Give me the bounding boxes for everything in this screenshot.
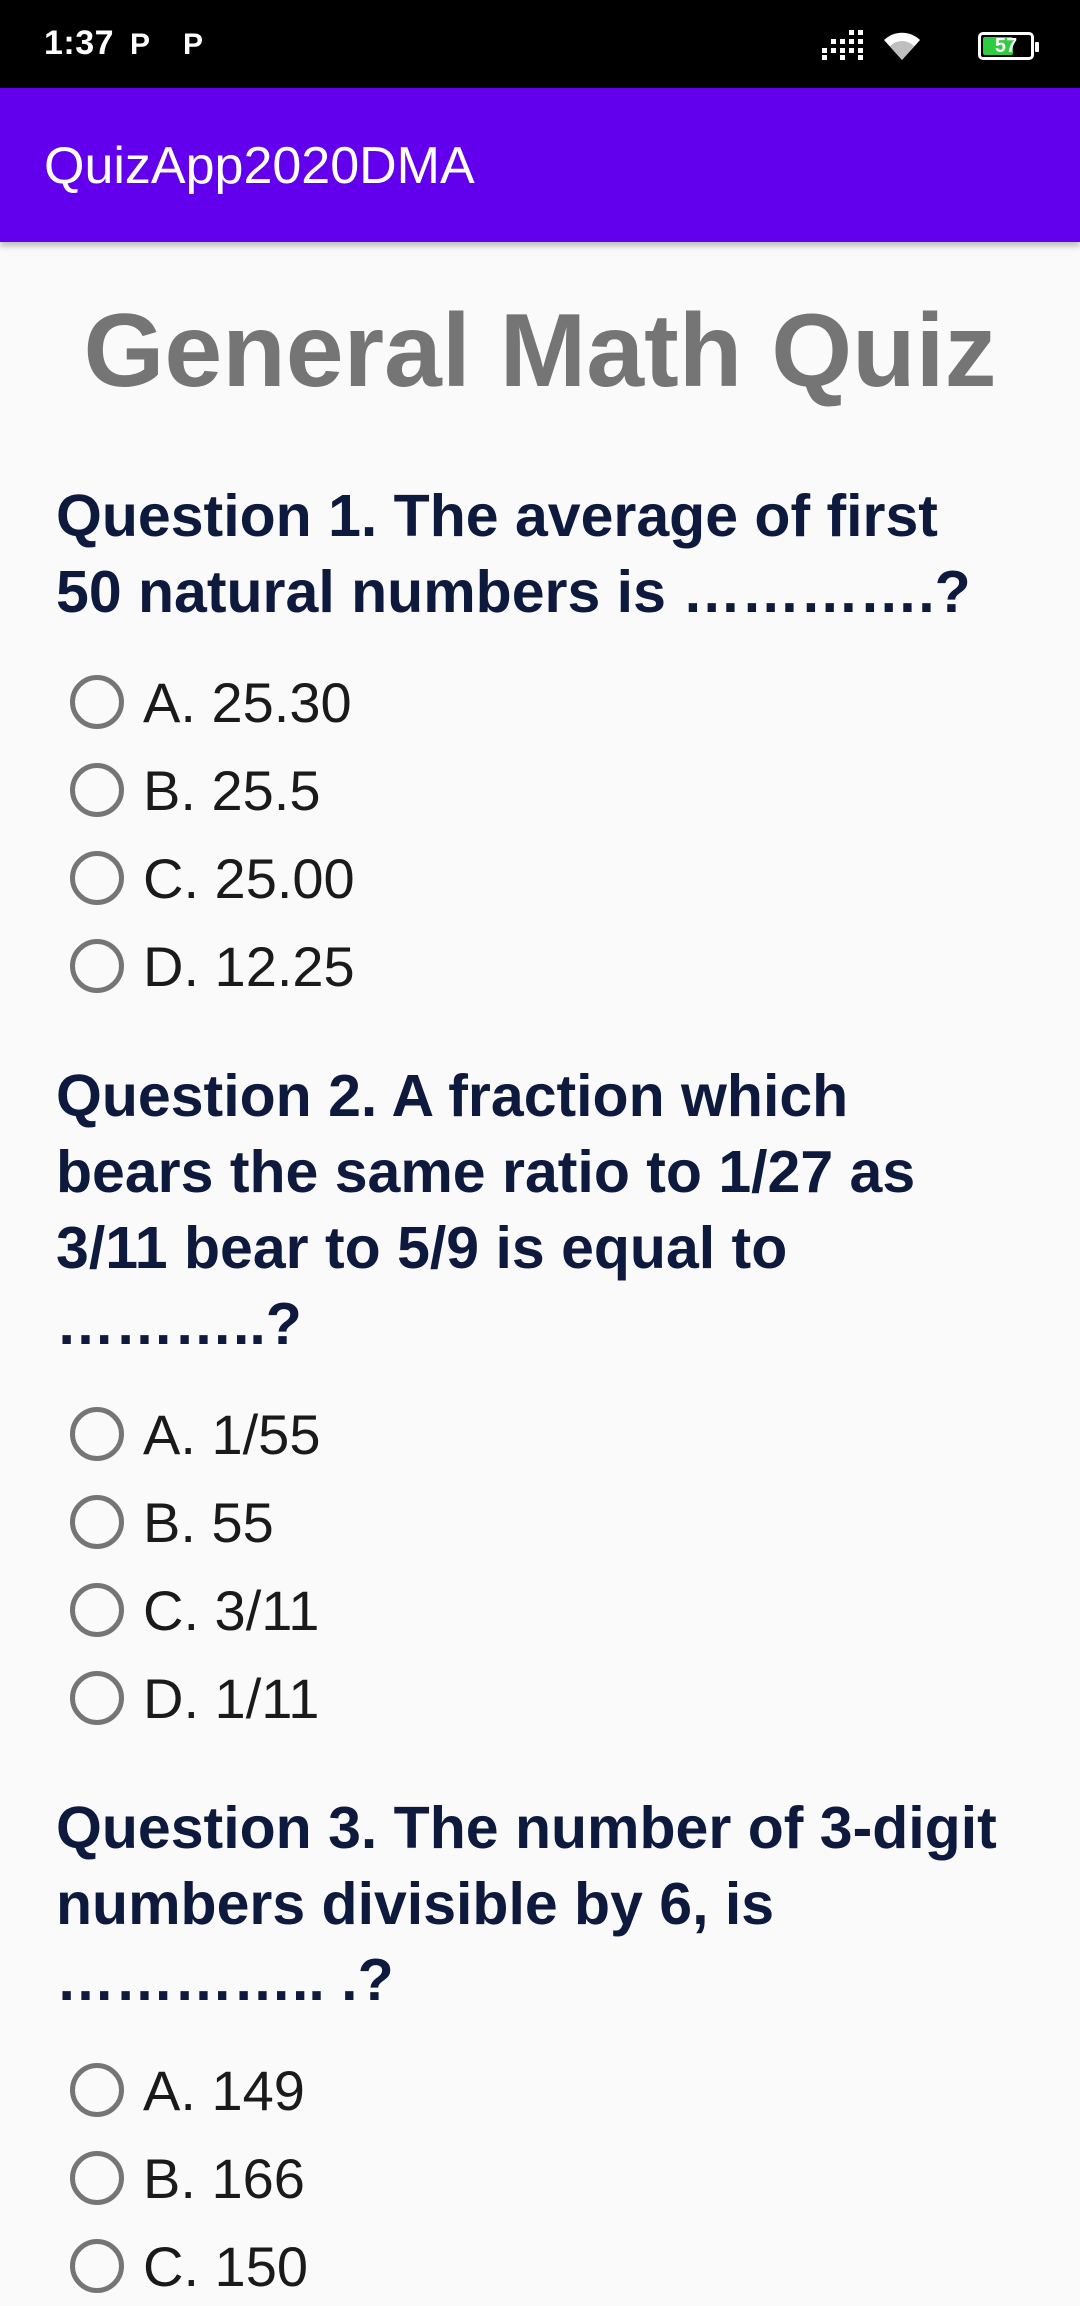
notification-p-icon: P [183, 28, 204, 61]
battery-level: 57 [994, 35, 1018, 57]
radio-button[interactable] [70, 851, 124, 905]
radio-button[interactable] [70, 2063, 124, 2117]
radio-button[interactable] [70, 1671, 124, 1725]
option-q2-b[interactable]: B. 55 [70, 1482, 670, 1562]
option-label: D. 1/11 [143, 1666, 320, 1730]
battery-icon: 57 [978, 32, 1039, 60]
app-title: QuizApp2020DMA [44, 137, 475, 195]
option-label: A. 149 [143, 2058, 305, 2122]
option-q3-c[interactable]: C. 150 [70, 2226, 670, 2306]
radio-button[interactable] [70, 2239, 124, 2293]
option-q1-c[interactable]: C. 25.00 [70, 838, 670, 918]
question-2-text: Question 2. A fraction which bears the s… [56, 1063, 916, 1357]
option-label: B. 55 [143, 1490, 274, 1554]
option-label: D. 12.25 [143, 934, 355, 998]
radio-button[interactable] [70, 939, 124, 993]
radio-button[interactable] [70, 675, 124, 729]
option-q1-a[interactable]: A. 25.30 [70, 662, 670, 742]
radio-button[interactable] [70, 1495, 124, 1549]
status-bar: 1:37 P P 57 [0, 0, 1080, 88]
status-time: 1:37 [44, 24, 115, 62]
option-label: B. 166 [143, 2146, 305, 2210]
radio-button[interactable] [70, 763, 124, 817]
option-label: C. 150 [143, 2234, 308, 2298]
option-q1-d[interactable]: D. 12.25 [70, 926, 670, 1006]
radio-button[interactable] [70, 1583, 124, 1637]
option-label: A. 25.30 [143, 670, 352, 734]
app-bar: QuizApp2020DMA [0, 88, 1080, 242]
question-3-text: Question 3. The number of 3-digit number… [56, 1795, 997, 2013]
option-label: C. 3/11 [143, 1578, 320, 1642]
question-1-text: Question 1. The average of first 50 natu… [56, 483, 971, 625]
option-q3-b[interactable]: B. 166 [70, 2138, 670, 2218]
signal-icon [822, 30, 863, 60]
option-label: A. 1/55 [143, 1402, 321, 1466]
option-q2-c[interactable]: C. 3/11 [70, 1570, 670, 1650]
radio-button[interactable] [70, 2151, 124, 2205]
option-q3-a[interactable]: A. 149 [70, 2050, 670, 2130]
notification-p-icon: P [130, 28, 151, 61]
quiz-title: General Math Quiz [83, 293, 997, 409]
option-q2-a[interactable]: A. 1/55 [70, 1394, 670, 1474]
option-label: C. 25.00 [143, 846, 355, 910]
wifi-icon [884, 32, 920, 60]
option-q2-d[interactable]: D. 1/11 [70, 1658, 670, 1738]
option-q1-b[interactable]: B. 25.5 [70, 750, 670, 830]
radio-button[interactable] [70, 1407, 124, 1461]
option-label: B. 25.5 [143, 758, 321, 822]
